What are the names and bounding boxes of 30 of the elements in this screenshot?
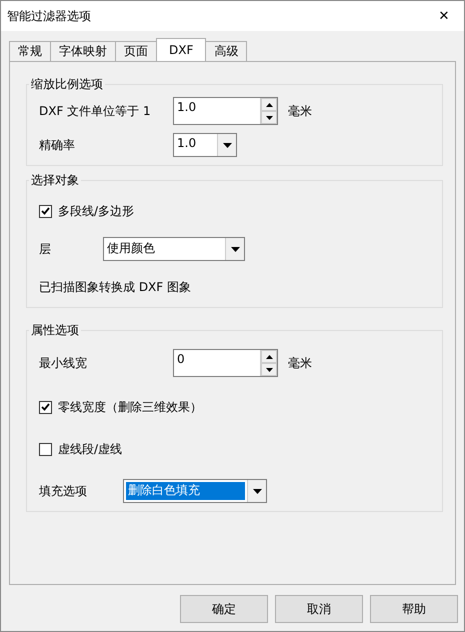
field-label: 精确率 [38,136,76,154]
checkbox[interactable] [39,204,52,218]
info-text: 已扫描图象转换成 DXF 图象 [38,278,191,296]
close-button[interactable]: ✕ [424,1,464,31]
spin-field[interactable]: 0 [173,349,278,377]
dropdown[interactable]: 使用颜色 [103,237,245,261]
dialog-button[interactable]: 帮助 [370,595,458,623]
group-title: 属性选项 [30,322,80,339]
spin-field[interactable]: 1.0 [173,97,278,125]
checkbox[interactable] [39,400,52,414]
field-label: 层 [38,240,52,258]
dialog-button[interactable]: 确定 [180,595,268,623]
dropdown[interactable]: 删除白色填充 [123,479,267,503]
dropdown[interactable]: 1.0 [173,133,237,157]
checkbox-label: 虚线段/虚线 [58,440,122,458]
field-label: DXF 文件单位等于 1 [38,102,152,120]
window-title: 智能过滤器选项 [7,8,91,24]
checkbox-label: 零线宽度（删除三维效果） [58,398,202,416]
group-title: 选择对象 [30,172,80,189]
tab[interactable]: 常规 [9,41,51,61]
checkbox[interactable] [39,442,52,456]
field-label: 最小线宽 [38,354,88,372]
tab[interactable]: 高级 [205,41,248,61]
field-label: 填充选项 [38,482,88,500]
unit-label: 毫米 [288,354,312,372]
tab[interactable]: DXF [156,38,206,61]
group-title: 缩放比例选项 [30,76,104,93]
dialog-button[interactable]: 取消 [275,595,363,623]
checkbox-label: 多段线/多边形 [58,202,134,220]
unit-label: 毫米 [288,102,312,120]
